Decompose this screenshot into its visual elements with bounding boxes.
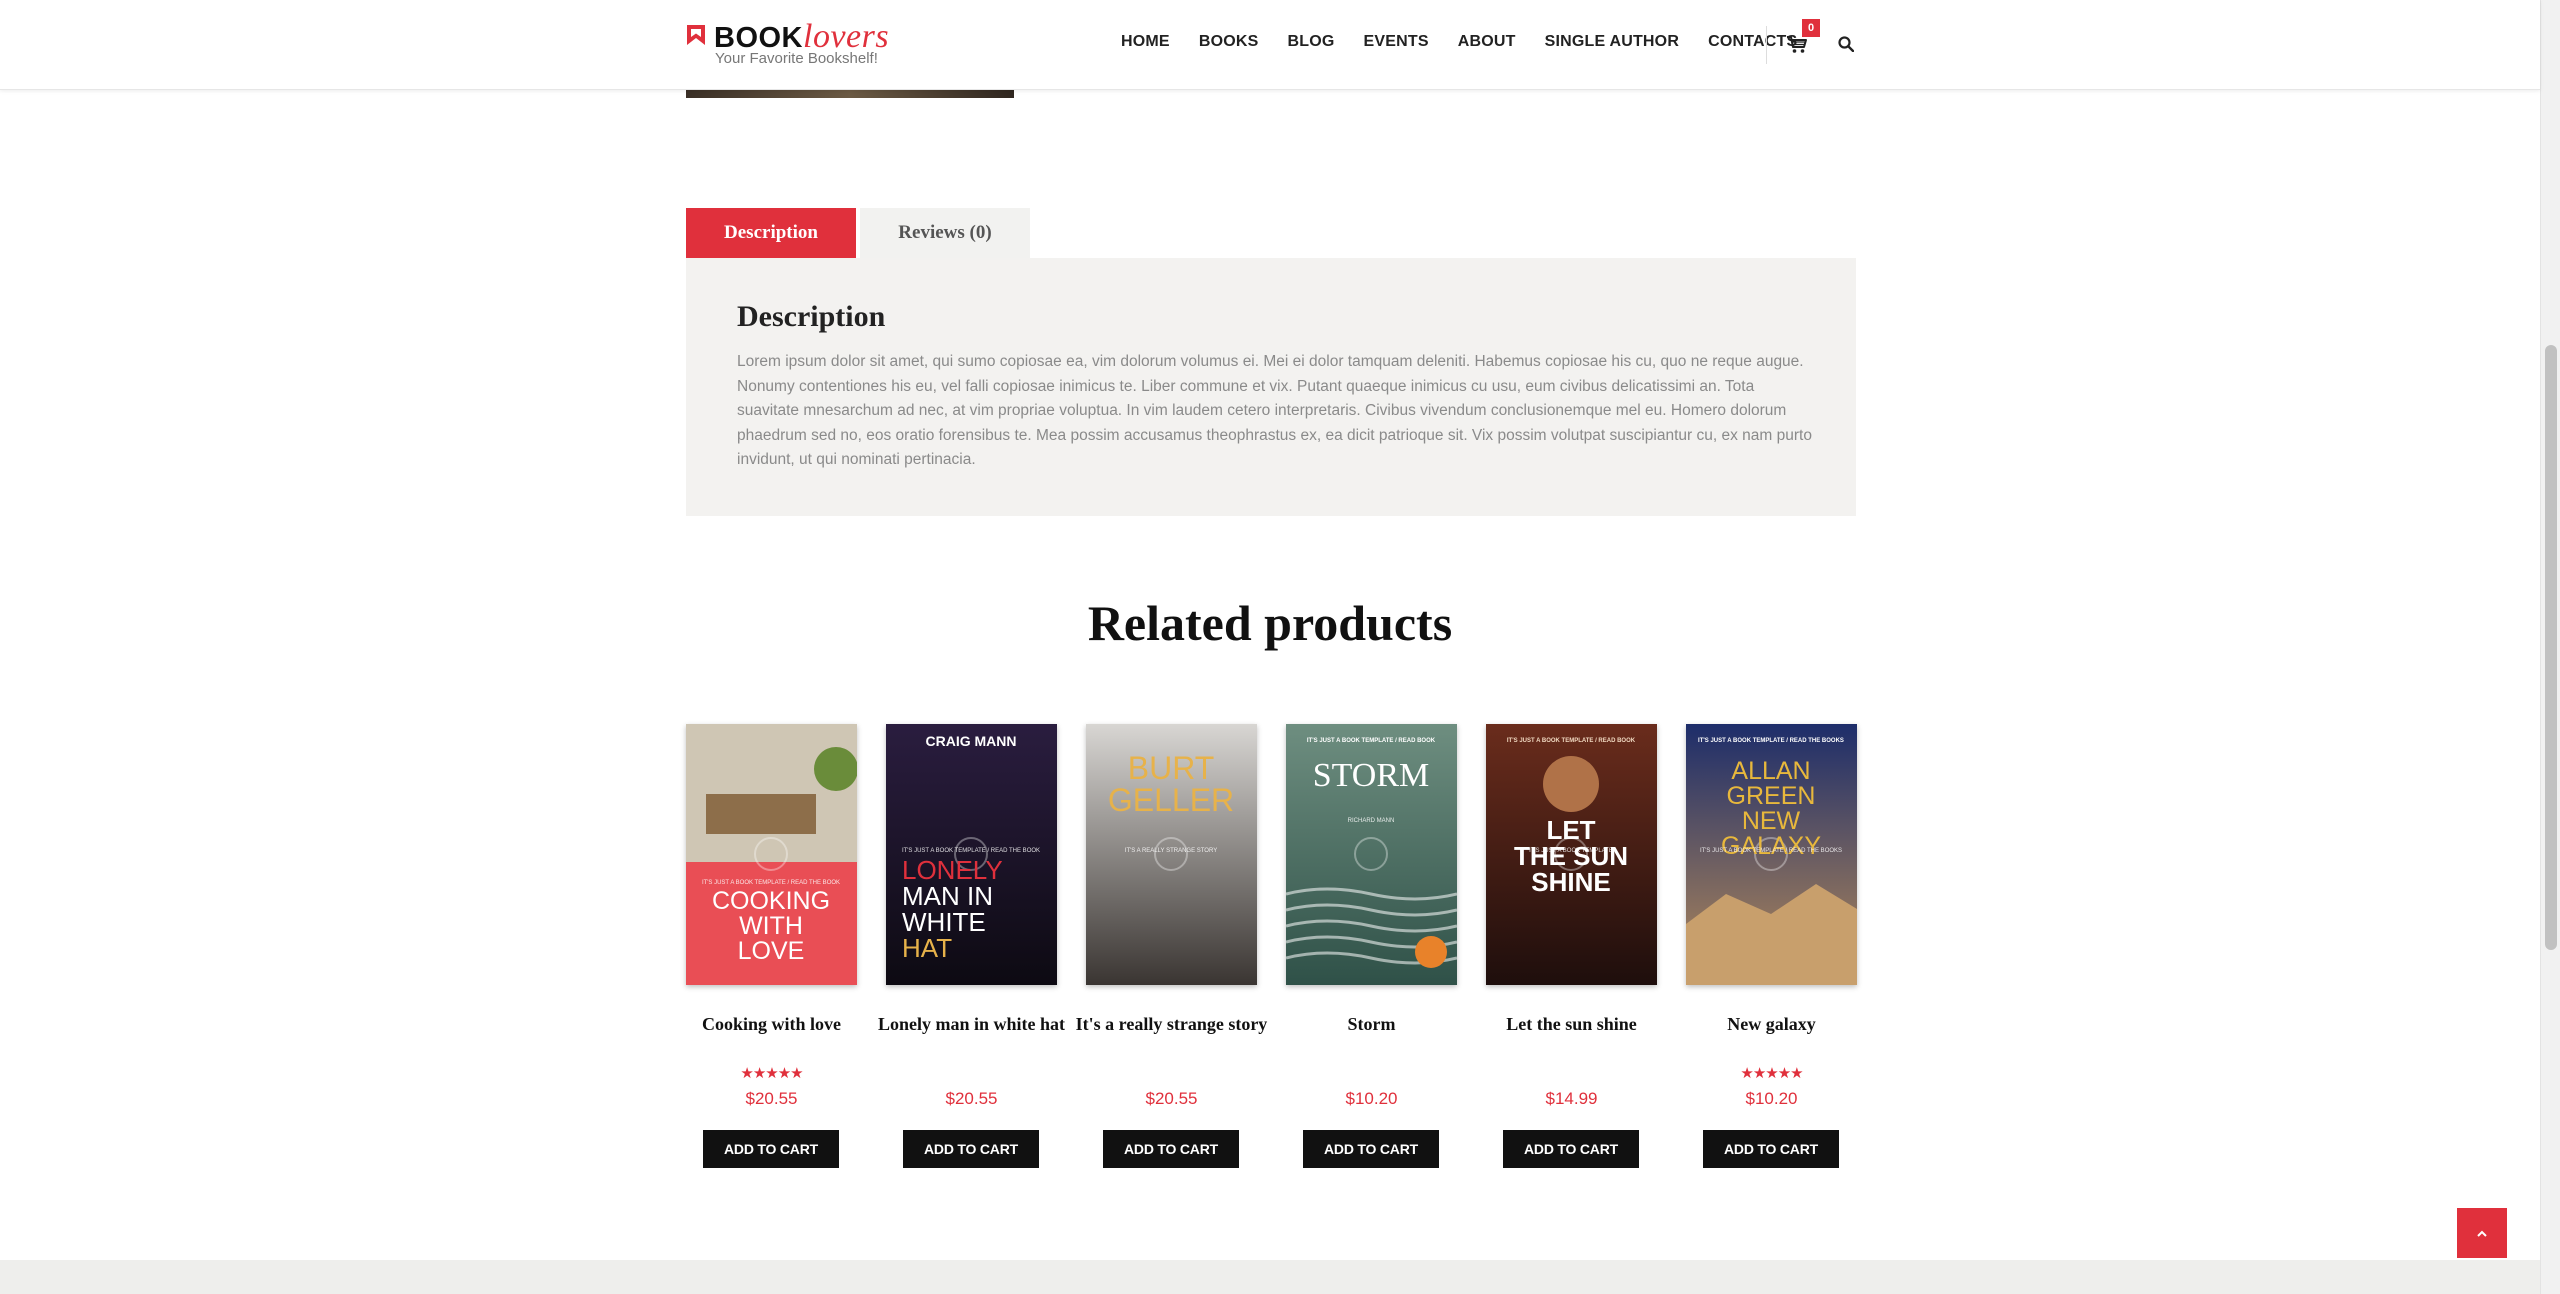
- product-card[interactable]: COOKING WITH LOVE IT'S JUST A BOOK TEMPLATE…: [686, 724, 857, 1168]
- description-text: Lorem ipsum dolor sit amet, qui sumo cop…: [737, 353, 1812, 469]
- add-to-cart-button[interactable]: ADD TO CART: [1103, 1130, 1239, 1168]
- nav-books[interactable]: BOOKS: [1199, 33, 1259, 51]
- product-card[interactable]: CRAIG MANN LONELY MAN IN WHITE HAT IT'S JUST …: [878, 724, 1065, 1168]
- book-cover-image[interactable]: COOKING WITH LOVE IT'S JUST A BOOK TEMPLATE…: [686, 724, 857, 985]
- chevron-up-icon: [2477, 1230, 2487, 1237]
- book-cover-image[interactable]: CRAIG MANN LONELY MAN IN WHITE HAT IT'S JUST …: [886, 724, 1057, 985]
- logo-tagline: Your Favorite Bookshelf!: [715, 50, 878, 67]
- svg-text:IT'S JUST A BOOK TEMPLATE / RE: IT'S JUST A BOOK TEMPLATE / READ THE BOO…: [1698, 738, 1844, 744]
- product-image-edge: [686, 90, 1014, 98]
- product-title[interactable]: Lonely man in white hat: [866, 1012, 1077, 1036]
- svg-text:LOVE: LOVE: [738, 937, 805, 965]
- svg-text:RICHARD MANN: RICHARD MANN: [1348, 818, 1395, 824]
- svg-text:IT'S JUST A BOOK TEMPLATE / RE: IT'S JUST A BOOK TEMPLATE / READ THE BOO…: [902, 848, 1040, 854]
- svg-text:NEW: NEW: [1742, 807, 1801, 835]
- add-to-cart-button[interactable]: ADD TO CART: [1503, 1130, 1639, 1168]
- add-to-cart-button[interactable]: ADD TO CART: [1703, 1130, 1839, 1168]
- product-price: $20.55: [745, 1089, 798, 1108]
- svg-text:GELLER: GELLER: [1108, 782, 1234, 818]
- site-header: BOOKlovers Your Favorite Bookshelf! HOME…: [0, 0, 2540, 90]
- main-nav: HOME BOOKS BLOG EVENTS ABOUT SINGLE AUTH…: [1121, 33, 1826, 51]
- product-title[interactable]: It's a really strange story: [1066, 1012, 1277, 1036]
- add-to-cart-button[interactable]: ADD TO CART: [1303, 1130, 1439, 1168]
- nav-divider: [1766, 26, 1767, 64]
- product-card[interactable]: IT'S JUST A BOOK TEMPLATE / READ BOOK STO…: [1286, 724, 1457, 1168]
- product-price: $10.20: [1745, 1089, 1798, 1108]
- tab-description[interactable]: Description: [686, 208, 856, 258]
- star-rating: ★★★★★: [740, 1065, 803, 1082]
- page-scrollbar[interactable]: [2540, 0, 2560, 1294]
- add-to-cart-button[interactable]: ADD TO CART: [703, 1130, 839, 1168]
- svg-text:IT'S JUST A BOOK TEMPLATE / RE: IT'S JUST A BOOK TEMPLATE / READ BOOK: [1307, 738, 1436, 744]
- product-tabs: Description Reviews (0): [686, 208, 1030, 258]
- star-rating: ★★★★★: [1740, 1065, 1803, 1082]
- footer-strip: [0, 1260, 2540, 1294]
- nav-home[interactable]: HOME: [1121, 33, 1170, 51]
- scrollbar-thumb[interactable]: [2545, 345, 2557, 950]
- description-heading: Description: [737, 300, 886, 333]
- tab-reviews[interactable]: Reviews (0): [860, 208, 1030, 258]
- product-title[interactable]: Let the sun shine: [1466, 1012, 1677, 1036]
- book-cover-image[interactable]: IT'S JUST A BOOK TEMPLATE / READ THE BOO…: [1686, 724, 1857, 985]
- search-icon[interactable]: [1838, 36, 1854, 52]
- product-price: $20.55: [1145, 1089, 1198, 1108]
- svg-text:IT'S JUST A BOOK TEMPLATE: IT'S JUST A BOOK TEMPLATE: [1529, 848, 1613, 854]
- product-price: $20.55: [945, 1089, 998, 1108]
- svg-text:IT'S JUST A BOOK TEMPLATE / RE: IT'S JUST A BOOK TEMPLATE / READ BOOK: [1507, 738, 1636, 744]
- nav-events[interactable]: EVENTS: [1364, 33, 1429, 51]
- product-price: $10.20: [1345, 1089, 1398, 1108]
- nav-contacts[interactable]: CONTACTS: [1708, 33, 1797, 51]
- product-card[interactable]: IT'S JUST A BOOK TEMPLATE / READ THE BOO…: [1686, 724, 1857, 1168]
- svg-text:SHINE: SHINE: [1531, 867, 1610, 897]
- back-to-top-button[interactable]: [2457, 1208, 2507, 1258]
- nav-blog[interactable]: BLOG: [1287, 33, 1334, 51]
- related-products-heading: Related products: [1087, 595, 1453, 651]
- bookmark-icon: [687, 25, 705, 45]
- product-card[interactable]: BURT GELLER IT'S A REALLY STRANGE STORY It'…: [1076, 724, 1267, 1168]
- svg-text:ALLAN: ALLAN: [1731, 757, 1810, 785]
- svg-text:CRAIG MANN: CRAIG MANN: [926, 733, 1017, 749]
- svg-text:IT'S JUST A BOOK TEMPLATE / RE: IT'S JUST A BOOK TEMPLATE / READ THE BOO…: [1700, 848, 1842, 854]
- svg-text:IT'S JUST A BOOK TEMPLATE / RE: IT'S JUST A BOOK TEMPLATE / READ THE BOO…: [702, 880, 840, 886]
- nav-single-author[interactable]: SINGLE AUTHOR: [1545, 33, 1679, 51]
- product-title[interactable]: New galaxy: [1666, 1012, 1877, 1036]
- svg-text:COOKING: COOKING: [712, 887, 830, 915]
- add-to-cart-button[interactable]: ADD TO CART: [903, 1130, 1039, 1168]
- svg-text:WITH: WITH: [739, 912, 803, 940]
- svg-text:GREEN: GREEN: [1727, 782, 1816, 810]
- nav-about[interactable]: ABOUT: [1458, 33, 1516, 51]
- product-title[interactable]: Storm: [1266, 1012, 1477, 1036]
- product-title[interactable]: Cooking with love: [666, 1012, 877, 1036]
- product-price: $14.99: [1545, 1089, 1598, 1108]
- svg-text:BURT: BURT: [1128, 750, 1215, 786]
- book-cover-image[interactable]: IT'S JUST A BOOK TEMPLATE / READ BOOK LET…: [1486, 724, 1657, 985]
- product-card[interactable]: IT'S JUST A BOOK TEMPLATE / READ BOOK LET…: [1486, 724, 1657, 1168]
- book-cover-image[interactable]: IT'S JUST A BOOK TEMPLATE / READ BOOK STO…: [1286, 724, 1457, 985]
- book-cover-image[interactable]: BURT GELLER IT'S A REALLY STRANGE STORY: [1086, 724, 1257, 985]
- svg-text:HAT: HAT: [902, 933, 952, 963]
- svg-text:GALAXY: GALAXY: [1721, 832, 1821, 860]
- svg-text:IT'S A REALLY STRANGE STORY: IT'S A REALLY STRANGE STORY: [1125, 848, 1217, 854]
- cart-count-badge: 0: [1802, 19, 1820, 37]
- svg-text:STORM: STORM: [1313, 757, 1430, 794]
- description-panel: Description Lorem ipsum dolor sit amet, …: [686, 258, 1856, 516]
